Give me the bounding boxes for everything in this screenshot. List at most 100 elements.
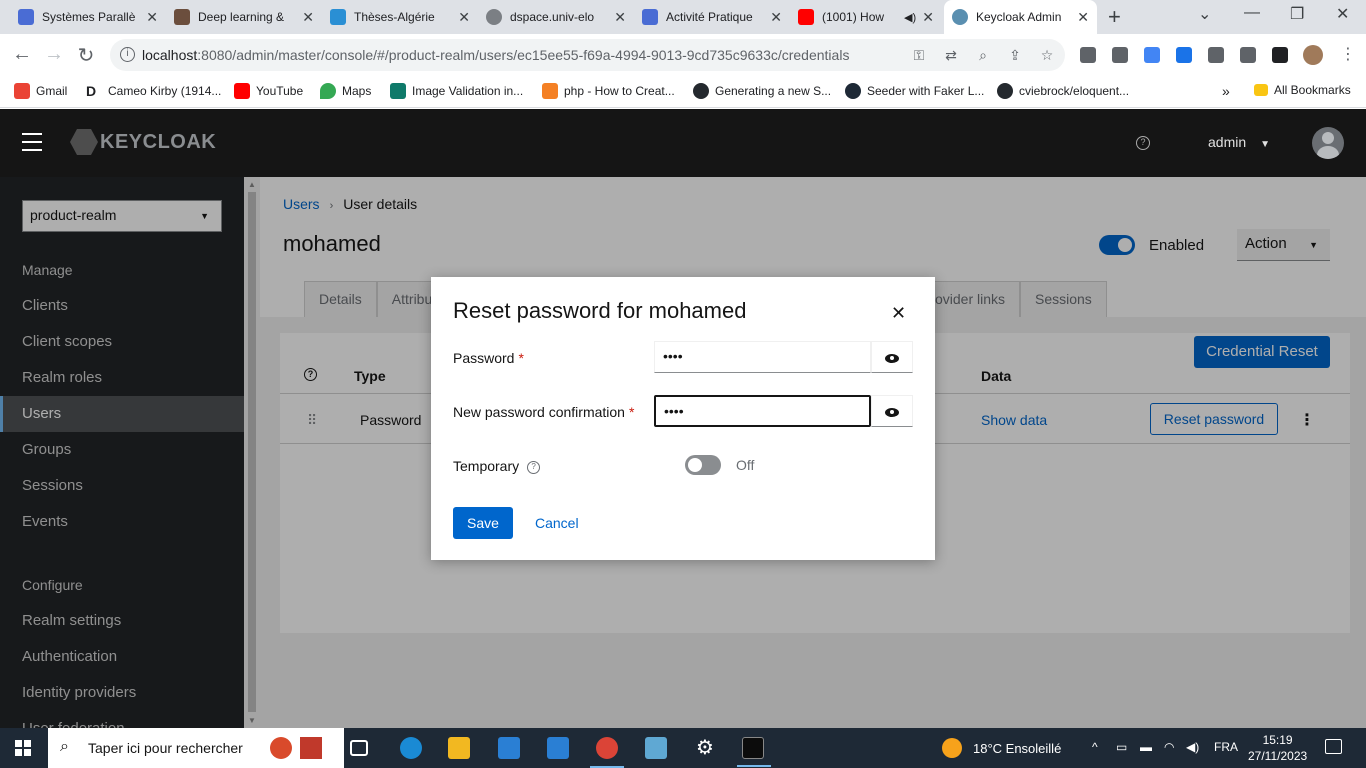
store-icon[interactable] [498,737,520,759]
bookmark-item[interactable]: Gmail [14,83,67,99]
address-bar[interactable]: i localhost:8080/admin/master/console/#/… [110,39,1065,71]
tab-close-icon[interactable]: ✕ [146,9,158,26]
toggle-knob [688,458,702,472]
bookmark-item[interactable]: Generating a new S... [693,83,831,99]
battery-icon[interactable]: ▬ [1140,740,1152,754]
notification-icon[interactable] [1325,739,1342,754]
translate-icon[interactable]: ⇄ [942,47,960,64]
wifi-icon[interactable]: ◠ [1164,740,1174,754]
notepad-icon[interactable] [645,737,667,759]
tab-close-icon[interactable]: ✕ [770,9,782,26]
bookmark-item[interactable]: D Cameo Kirby (1914... [86,83,221,99]
tab-favicon-icon [174,9,190,25]
share-icon[interactable]: ⇪ [1006,47,1024,64]
show-password-button[interactable] [871,341,913,373]
tray-chevron-icon[interactable]: ^ [1092,740,1098,754]
github-icon [693,83,709,99]
windows-start-icon[interactable] [15,740,31,756]
tab-close-icon[interactable]: ✕ [922,9,934,26]
weather-widget[interactable]: 18°C Ensoleillé [942,738,1061,758]
bookmark-star-icon[interactable]: ☆ [1038,47,1056,64]
chrome-menu-icon[interactable]: ⋮ [1340,44,1356,64]
tab-close-icon[interactable]: ✕ [302,9,314,26]
language-indicator[interactable]: FRA [1214,740,1238,754]
tab-close-icon[interactable]: ✕ [1077,9,1089,26]
avatar[interactable] [1312,127,1344,159]
browser-tab[interactable]: Activité Pratique ✕ [634,0,790,34]
tab-close-icon[interactable]: ✕ [458,9,470,26]
bookmarks-overflow-icon[interactable]: » [1222,83,1230,99]
speaker-icon[interactable]: ◀) [904,11,916,24]
media-queue-icon[interactable] [1240,47,1256,63]
browser-tab[interactable]: dspace.univ-elo ✕ [478,0,634,34]
reload-icon[interactable]: ↻ [74,43,98,68]
restore-icon[interactable]: ❐ [1290,4,1304,24]
github-icon [997,83,1013,99]
task-view-icon[interactable] [350,740,368,756]
extension-camera-icon[interactable] [1112,47,1128,63]
extension-translate-icon[interactable] [1144,47,1160,63]
confirm-password-input[interactable]: •••• [654,395,871,427]
browser-tab[interactable]: Deep learning & ✕ [166,0,322,34]
tab-close-icon[interactable]: ✕ [614,9,626,26]
download-icon[interactable] [1176,47,1192,63]
close-icon[interactable]: ✕ [891,303,906,324]
password-label: Password * [453,350,524,366]
temporary-toggle[interactable] [685,455,721,475]
new-tab-icon[interactable]: + [1108,4,1121,30]
zoom-icon[interactable]: ⌕ [974,47,992,64]
file-explorer-icon[interactable] [448,737,470,759]
back-arrow-icon[interactable]: ← [10,43,34,66]
forward-arrow-icon[interactable]: → [42,43,66,66]
window-close-icon[interactable]: ✕ [1336,4,1349,24]
help-icon[interactable]: ? [1136,136,1150,150]
browser-tab-strip: Systèmes Parallè ✕ Deep learning & ✕ Thè… [0,0,1366,34]
key-icon[interactable]: ⚿ [910,47,928,64]
browser-tab-active[interactable]: Keycloak Admin ✕ [944,0,1097,34]
bookmark-item[interactable]: cviebrock/eloquent... [997,83,1129,99]
settings-gear-icon[interactable]: ⚙ [694,737,716,759]
extension-json-icon[interactable] [1080,47,1096,63]
site-info-icon[interactable]: i [120,47,135,62]
volume-icon[interactable]: ◀) [1186,740,1199,754]
all-bookmarks[interactable]: All Bookmarks [1254,83,1351,97]
help-icon[interactable]: ? [527,460,541,474]
search-icon: ⌕ [60,738,69,755]
eye-icon [885,353,899,363]
minimize-icon[interactable]: — [1244,4,1260,22]
side-panel-icon[interactable] [1272,47,1288,63]
bookmark-item[interactable]: YouTube [234,83,303,99]
clock[interactable]: 15:19 27/11/2023 [1248,732,1307,764]
hamburger-menu-icon[interactable] [22,133,42,151]
cancel-button[interactable]: Cancel [535,515,579,531]
save-button[interactable]: Save [453,507,513,539]
tab-search-chevron-icon[interactable]: ⌄ [1198,4,1211,24]
browser-tab[interactable]: Systèmes Parallè ✕ [10,0,166,34]
bookmark-item[interactable]: Image Validation in... [390,83,523,99]
tray-device-icon[interactable]: ▭ [1116,740,1127,754]
bookmark-item[interactable]: Seeder with Faker L... [845,83,984,99]
user-dropdown[interactable]: admin ▼ [1208,134,1270,150]
bookmark-item[interactable]: php - How to Creat... [542,83,675,99]
profile-avatar[interactable] [1303,45,1323,65]
letter-d-icon: D [86,83,97,99]
edge-icon[interactable] [400,737,422,759]
bookmark-item[interactable]: Maps [320,83,371,99]
terminal-icon[interactable] [737,737,771,767]
mail-icon[interactable] [547,737,569,759]
clock-time: 15:19 [1262,733,1293,747]
show-confirm-password-button[interactable] [871,395,913,427]
tab-title: Deep learning & [198,10,285,24]
tab-favicon-icon [952,9,968,25]
taskbar-search[interactable]: ⌕ Taper ici pour rechercher [48,728,344,768]
password-input[interactable]: •••• [654,341,871,373]
modal-title: Reset password for mohamed [453,298,747,323]
url-text[interactable]: localhost:8080/admin/master/console/#/pr… [142,47,849,63]
chrome-icon[interactable] [590,737,624,768]
browser-tab[interactable]: Thèses-Algérie ✕ [322,0,478,34]
keycloak-logo[interactable]: KEYCLOAK [70,129,216,155]
tab-title: Systèmes Parallè [42,10,136,24]
extensions-puzzle-icon[interactable] [1208,47,1224,63]
browser-tab[interactable]: (1001) How ◀) ✕ [790,0,942,34]
alarm-clock-icon [270,737,292,759]
